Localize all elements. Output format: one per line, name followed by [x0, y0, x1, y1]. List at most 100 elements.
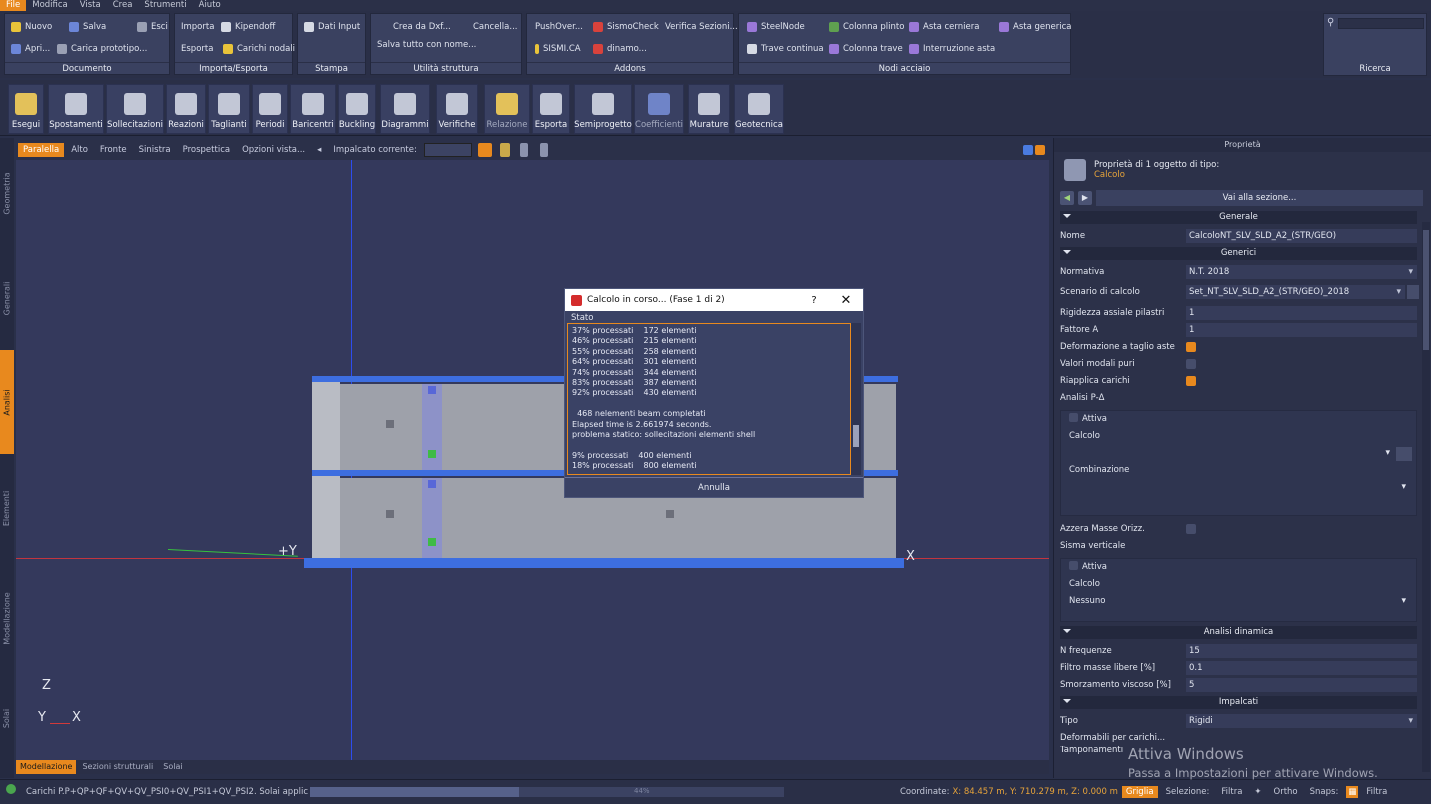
search-input[interactable] [1338, 18, 1424, 29]
properties-scrollbar[interactable] [1422, 222, 1430, 772]
floor-down-icon[interactable] [539, 143, 548, 157]
nome-field[interactable]: CalcoloNT_SLV_SLD_A2_(STR/GEO) [1186, 228, 1417, 243]
help-button[interactable]: ? [799, 295, 829, 306]
section-analisi-dinamica[interactable]: Analisi dinamica [1060, 626, 1417, 639]
section-generale[interactable]: Generale [1060, 211, 1417, 224]
impalcato-select[interactable] [423, 143, 472, 157]
section-impalcati[interactable]: Impalcati [1060, 696, 1417, 709]
tab-elementi[interactable]: Elementi [0, 458, 14, 558]
log-scrollbar[interactable] [851, 323, 861, 475]
scrollbar-thumb[interactable] [853, 425, 859, 447]
semiprogetto-button[interactable]: Semiprogetto [574, 84, 632, 134]
sismica-button[interactable]: SISMI.CA [535, 44, 581, 54]
colonna-plinto-button[interactable]: Colonna plinto [829, 22, 904, 32]
sisma-attiva[interactable]: Attiva [1061, 559, 1416, 576]
pdelta-combinazione-select[interactable]: ▾ [1061, 479, 1416, 496]
attiva-checkbox[interactable] [1069, 413, 1078, 422]
dinamo-button[interactable]: dinamo... [593, 44, 647, 54]
tab-analisi[interactable]: Analisi [0, 350, 14, 454]
scenario-settings-icon[interactable] [1407, 285, 1419, 299]
nuovo-button[interactable]: Nuovo [11, 22, 52, 32]
buckling-button[interactable]: Buckling [338, 84, 376, 134]
view-sinistra-button[interactable]: Sinistra [134, 143, 176, 157]
diagrammi-button[interactable]: Diagrammi [380, 84, 430, 134]
fattore-spinbox[interactable]: 1 [1186, 322, 1417, 337]
dati-input-button[interactable]: Dati Input [304, 22, 360, 32]
tab-generali[interactable]: Generali [0, 248, 14, 348]
tab-solai[interactable]: Solai [0, 678, 14, 758]
sollecitazioni-button[interactable]: Sollecitazioni [106, 84, 164, 134]
murature-button[interactable]: Murature [688, 84, 730, 134]
sisma-calcolo-select[interactable]: Nessuno ▾ [1061, 593, 1416, 610]
esegui-button[interactable]: Esegui [8, 84, 44, 134]
log-output[interactable]: 37% processati 172 elementi 46% processa… [567, 323, 851, 475]
attiva-checkbox[interactable] [1069, 561, 1078, 570]
forward-arrow-icon[interactable]: ▶ [1078, 191, 1092, 205]
menu-crea[interactable]: Crea [107, 0, 139, 11]
coefficienti-button[interactable]: Coefficienti [634, 84, 684, 134]
menu-aiuto[interactable]: Aiuto [193, 0, 227, 11]
salva-tutto-button[interactable]: Salva tutto con nome... [377, 40, 476, 50]
salva-button[interactable]: Salva [69, 22, 106, 32]
steelnode-button[interactable]: SteelNode [747, 22, 805, 32]
asta-cerniera-button[interactable]: Asta cerniera [909, 22, 979, 32]
pdelta-calcolo-select[interactable]: ▾ [1061, 445, 1416, 462]
taglianti-button[interactable]: Taglianti [208, 84, 250, 134]
reazioni-button[interactable]: Reazioni [166, 84, 206, 134]
verifiche-button[interactable]: Verifiche [436, 84, 478, 134]
wrench-icon[interactable] [499, 143, 510, 157]
scenario-select[interactable]: Set_NT_SLV_SLD_A2_(STR/GEO)_2018 [1186, 285, 1405, 299]
trave-continua-button[interactable]: Trave continua [747, 44, 824, 54]
periodi-button[interactable]: Periodi [252, 84, 288, 134]
snap-grid-icon[interactable]: ▦ [1346, 786, 1359, 798]
crea-dxf-button[interactable]: Crea da Dxf... [393, 22, 451, 32]
menu-modifica[interactable]: Modifica [26, 0, 74, 11]
vai-alla-sezione-button[interactable]: Vai alla sezione... [1096, 190, 1423, 206]
verifica-sezioni-button[interactable]: Verifica Sezioni... [665, 22, 738, 32]
cancella-button[interactable]: Cancella... [473, 22, 517, 32]
n-frequenze-spinbox[interactable]: 15 [1186, 643, 1417, 658]
deformazione-taglio-checkbox[interactable] [1186, 341, 1196, 352]
menu-strumenti[interactable]: Strumenti [138, 0, 192, 11]
model-scene[interactable]: +Y X Z Y X [16, 160, 1049, 760]
view-fronte-button[interactable]: Fronte [95, 143, 132, 157]
spostamenti-button[interactable]: Spostamenti [48, 84, 104, 134]
settings-icon[interactable]: ✦ [1250, 786, 1265, 798]
relazione-button[interactable]: Relazione [484, 84, 530, 134]
floor-up-icon[interactable] [519, 143, 528, 157]
menu-file[interactable]: File [0, 0, 27, 11]
filtro-masse-spinbox[interactable]: 0.1 [1186, 660, 1417, 675]
view-alto-button[interactable]: Alto [66, 143, 93, 157]
view-prospettica-button[interactable]: Prospettica [178, 143, 235, 157]
smorzamento-spinbox[interactable]: 5 [1186, 677, 1417, 692]
view-toggle-button[interactable]: ◂ [312, 143, 326, 157]
opzioni-vista-button[interactable]: Opzioni vista... [237, 143, 310, 157]
pdelta-attiva[interactable]: Attiva [1061, 411, 1416, 428]
view-paralella-button[interactable]: Paralella [18, 143, 65, 157]
esporta-button[interactable]: Esporta [181, 44, 213, 54]
asta-generica-button[interactable]: Asta generica [999, 22, 1071, 32]
apri-button[interactable]: Apri... [11, 44, 50, 54]
baricentri-button[interactable]: Baricentri [290, 84, 336, 134]
tipo-select[interactable]: Rigidi [1186, 713, 1417, 728]
menu-vista[interactable]: Vista [74, 0, 107, 11]
section-generici[interactable]: Generici [1060, 247, 1417, 260]
colonna-trave-button[interactable]: Colonna trave [829, 44, 903, 54]
riapplica-carichi-checkbox[interactable] [1186, 375, 1196, 386]
geotecnica-button[interactable]: Geotecnica [734, 84, 784, 134]
pdelta-settings-icon[interactable] [1396, 447, 1412, 461]
tab-solai-bottom[interactable]: Solai [159, 760, 186, 774]
tab-modellazione[interactable]: Modellazione [0, 568, 14, 668]
close-dialog-button[interactable]: ✕ [829, 293, 863, 308]
azzera-masse-checkbox[interactable] [1186, 523, 1196, 534]
tab-geometria[interactable]: Geometria [0, 148, 14, 238]
esci-button[interactable]: Esci [137, 22, 168, 32]
griglia-toggle[interactable]: Griglia [1121, 786, 1158, 798]
importa-button[interactable]: Importa [181, 22, 214, 32]
filtra-button[interactable]: Filtra [1217, 786, 1246, 798]
carichi-nodali-button[interactable]: Carichi nodali [223, 44, 295, 54]
annulla-button[interactable]: Annulla [565, 477, 863, 497]
carica-prototipo-button[interactable]: Carica prototipo... [57, 44, 147, 54]
sismocheck-button[interactable]: SismoCheck [593, 22, 659, 32]
scrollbar-thumb[interactable] [1423, 230, 1429, 350]
